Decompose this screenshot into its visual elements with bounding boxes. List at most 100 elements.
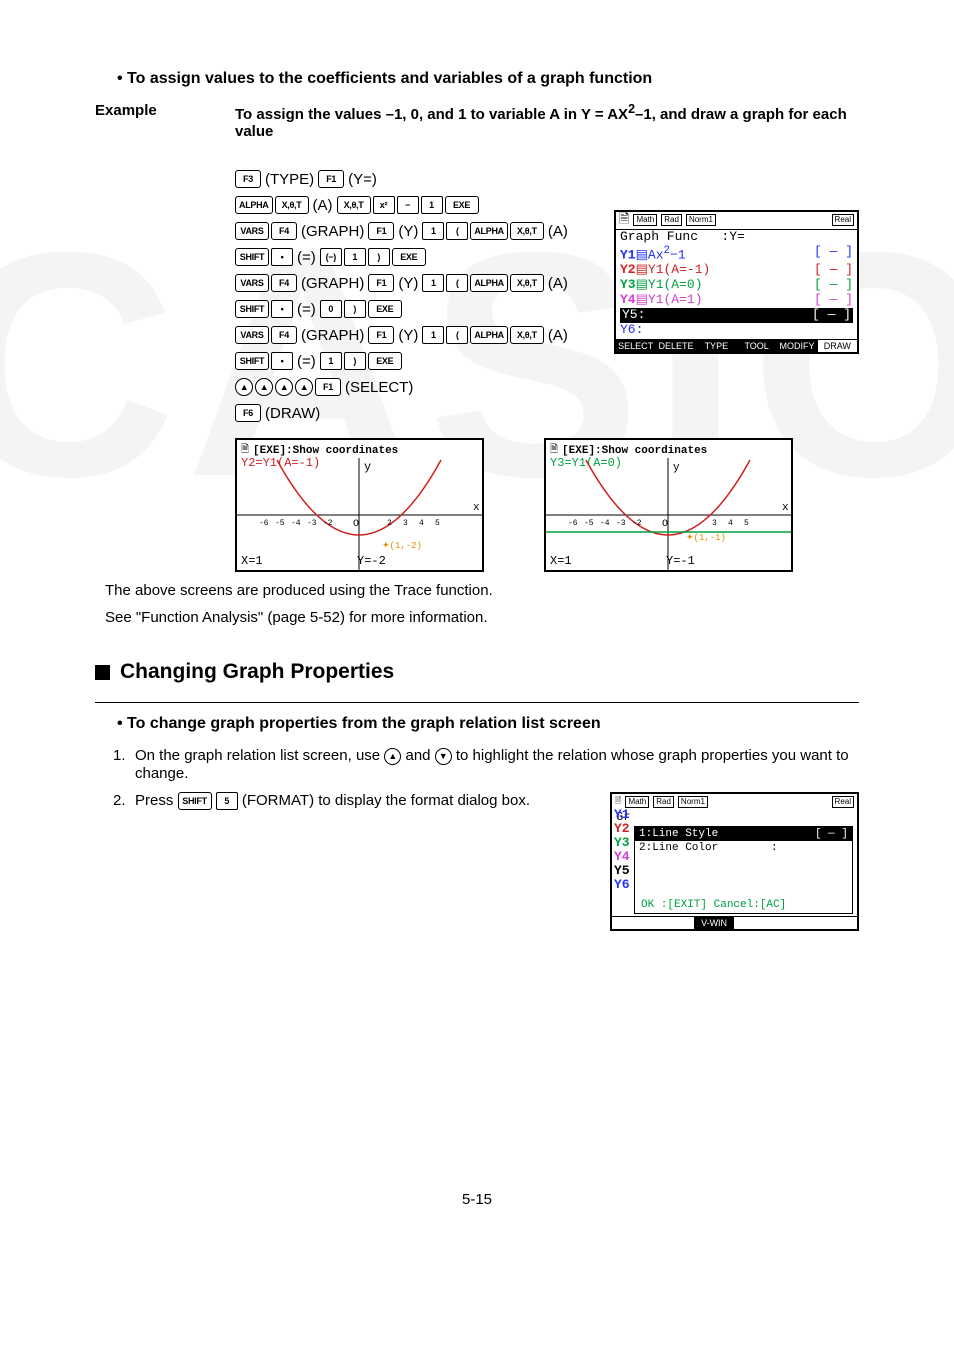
keyrow-2: ALPHA X,θ,T (A) X,θ,T x² − 1 EXE [235,196,614,214]
svg-text:-5: -5 [584,519,594,528]
step1-a: On the graph relation list screen, use [135,747,384,764]
graph-screen-a: 🗎 [EXE]:Show coordinates Y2=Y1(A=-1) y x… [235,438,484,572]
fmt-y1: Y1 [614,808,632,822]
cursor-up-icon: ▲ [384,748,401,765]
svg-text:O: O [353,519,359,530]
step-2-num: 2. [113,792,135,809]
example-text: To assign the values –1, 0, and 1 to var… [235,102,859,140]
doc-icon: 🗎 [619,213,629,228]
step2-a: Press [135,792,178,809]
key-rparen: ) [344,352,366,370]
key-shift: SHIFT [178,792,212,810]
soft-tool: TOOL [737,340,777,352]
graph-a-y: Y=-2 [357,554,386,568]
badge-math: Math [625,796,649,808]
key-dot: • [271,248,293,266]
badge-real: Real [832,214,854,226]
key-f1: F1 [318,170,344,188]
key-lparen: ( [446,222,468,240]
label-a: (A) [548,327,568,344]
key-0: 0 [320,300,342,318]
y5-label: Y5: [620,308,810,323]
key-exe: EXE [368,300,402,318]
label-y-eq: (Y=) [348,171,377,188]
key-f1: F1 [368,274,394,292]
fmt-opt1-label: 1:Line Style [639,828,718,840]
key-1: 1 [422,274,444,292]
example-text-part1: To assign the values –1, 0, and 1 to var… [235,106,628,123]
soft-type: TYPE [697,340,737,352]
section-changing-graph-properties: Changing Graph Properties [95,660,859,684]
calc-softkeys: SELECT DELETE TYPE TOOL MODIFY DRAW [616,339,857,352]
y1-expr-b: −1 [670,247,686,262]
label-type: (TYPE) [265,171,314,188]
calc-screen-format-dialog: 🗎 Math Rad Norm1 Real Gr Y1 Y2 Y3 Y4 Y5 [610,792,859,931]
fmt-ok-cancel: OK :[EXIT] Cancel:[AC] [641,899,786,911]
y5-style: [ ― ] [810,308,853,323]
calc-title: Graph Func :Y= [616,230,857,245]
label-a: (A) [548,223,568,240]
label-graph: (GRAPH) [301,223,364,240]
key-xthetaT: X,θ,T [510,326,544,344]
fmt-softkeys: V-WIN [612,916,857,929]
key-xthetaT: X,θ,T [510,274,544,292]
fmt-opt1-value: [ ― ] [815,828,848,840]
label-graph: (GRAPH) [301,327,364,344]
svg-text:-4: -4 [600,519,610,528]
key-alpha: ALPHA [470,326,508,344]
key-f1: F1 [315,378,341,396]
key-shift: SHIFT [235,248,269,266]
badge-math: Math [633,214,657,226]
svg-text:-3: -3 [307,519,317,528]
badge-rad: Rad [661,214,682,226]
fmt-y4: Y4 [614,850,632,864]
key-alpha: ALPHA [470,274,508,292]
graph-b-y: Y=-1 [666,554,695,568]
key-f3: F3 [235,170,261,188]
step-1-text: On the graph relation list screen, use ▲… [135,747,859,782]
calc-screen-graph-func: 🗎 Math Rad Norm1 Real Graph Func :Y= Y1▤… [614,210,859,354]
y1-label: Y1 [620,247,636,262]
key-rparen: ) [368,248,390,266]
y6-label: Y6: [620,323,643,338]
y1-style: [ ― ] [814,245,853,263]
svg-text:✦(1,-2): ✦(1,-2) [382,541,422,551]
svg-text:3: 3 [403,519,408,528]
heading-change-from-list: To change graph properties from the grap… [117,715,859,733]
svg-text:✦(1,-1): ✦(1,-1) [686,533,726,543]
badge-norm1: Norm1 [686,214,716,226]
svg-text:4: 4 [728,519,733,528]
soft-vwin: V-WIN [694,917,735,929]
svg-text:5: 5 [435,519,440,528]
key-1: 1 [344,248,366,266]
soft-delete: DELETE [656,340,696,352]
label-eq: (=) [297,249,316,266]
key-xsq: x² [373,196,395,214]
keyrow-9: ▲ ▲ ▲ ▲ F1 (SELECT) [235,378,614,396]
keyrow-5: VARS F4 (GRAPH) F1 (Y) 1 ( ALPHA X,θ,T (… [235,274,614,292]
key-neg: (−) [320,248,342,266]
svg-text:-3: -3 [616,519,626,528]
section-title: Changing Graph Properties [120,660,394,684]
keyrow-4: SHIFT • (=) (−) 1 ) EXE [235,248,614,266]
key-vars: VARS [235,274,269,292]
graph-b-plot: y x O -6-5-4-3-2 345 ✦(1,-1) [546,440,791,570]
key-f1: F1 [368,222,394,240]
y3-style: [ ― ] [814,278,853,293]
fmt-head-row: Gr [612,810,857,824]
key-rparen: ) [344,300,366,318]
note-see-also: See "Function Analysis" (page 5-52) for … [105,609,859,626]
example-label: Example [95,102,235,140]
key-exe: EXE [392,248,426,266]
svg-text:5: 5 [744,519,749,528]
step-1-num: 1. [113,747,135,764]
svg-text:-2: -2 [632,519,642,528]
keyrow-8: SHIFT • (=) 1 ) EXE [235,352,614,370]
label-draw: (DRAW) [265,405,320,422]
svg-text:y: y [364,460,371,474]
svg-text:x: x [473,502,480,514]
svg-text:2: 2 [387,519,392,528]
label-y: (Y) [398,275,418,292]
key-cursor-up: ▲ [235,378,253,396]
svg-text:x: x [782,502,789,514]
